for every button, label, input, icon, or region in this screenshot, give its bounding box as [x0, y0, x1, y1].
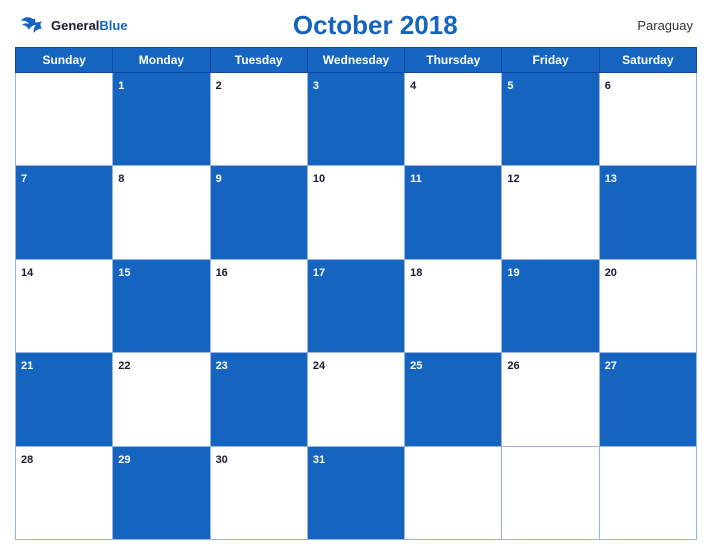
- calendar-cell: 24: [307, 353, 404, 446]
- day-number: 2: [216, 80, 222, 92]
- day-number: 18: [410, 267, 422, 279]
- calendar-cell: 23: [210, 353, 307, 446]
- calendar-cell: [599, 446, 696, 539]
- calendar-week-row: 14 15 16 17 18 19 20: [16, 259, 697, 352]
- day-number: 16: [216, 267, 228, 279]
- calendar-cell: 17: [307, 259, 404, 352]
- calendar-cell: 28: [16, 446, 113, 539]
- calendar-cell: 3: [307, 73, 404, 166]
- day-number: 27: [605, 360, 617, 372]
- day-number: 13: [605, 173, 617, 185]
- day-number: 12: [507, 173, 519, 185]
- country-label: Paraguay: [623, 18, 693, 33]
- calendar-cell: 26: [502, 353, 599, 446]
- calendar-cell: 12: [502, 166, 599, 259]
- day-number: 15: [118, 267, 130, 279]
- calendar-cell: 31: [307, 446, 404, 539]
- calendar-cell: 18: [405, 259, 502, 352]
- day-number: 1: [118, 80, 124, 92]
- calendar-cell: [502, 446, 599, 539]
- day-number: 7: [21, 173, 27, 185]
- day-number: 19: [507, 267, 519, 279]
- calendar-week-row: 28 29 30 31: [16, 446, 697, 539]
- calendar-cell: 19: [502, 259, 599, 352]
- calendar-cell: 22: [113, 353, 210, 446]
- weekday-header-saturday: Saturday: [599, 48, 696, 73]
- calendar-cell: 30: [210, 446, 307, 539]
- calendar-week-row: 1 2 3 4 5 6: [16, 73, 697, 166]
- calendar-cell: 15: [113, 259, 210, 352]
- calendar-cell: [16, 73, 113, 166]
- day-number: 6: [605, 80, 611, 92]
- day-number: 14: [21, 267, 33, 279]
- day-number: 30: [216, 454, 228, 466]
- day-number: 20: [605, 267, 617, 279]
- day-number: 3: [313, 80, 319, 92]
- calendar-cell: 16: [210, 259, 307, 352]
- day-number: 9: [216, 173, 222, 185]
- calendar-cell: 2: [210, 73, 307, 166]
- day-number: 10: [313, 173, 325, 185]
- day-number: 17: [313, 267, 325, 279]
- day-number: 28: [21, 454, 33, 466]
- calendar-cell: 8: [113, 166, 210, 259]
- calendar-cell: 6: [599, 73, 696, 166]
- calendar-header: GeneralBlue October 2018 Paraguay: [15, 10, 697, 41]
- day-number: 4: [410, 80, 416, 92]
- logo-general-text: GeneralBlue: [51, 17, 128, 35]
- calendar-cell: 13: [599, 166, 696, 259]
- weekday-header-sunday: Sunday: [16, 48, 113, 73]
- calendar-cell: 4: [405, 73, 502, 166]
- calendar-cell: 5: [502, 73, 599, 166]
- calendar-cell: 11: [405, 166, 502, 259]
- day-number: 22: [118, 360, 130, 372]
- day-number: 26: [507, 360, 519, 372]
- calendar-cell: 1: [113, 73, 210, 166]
- weekday-header-wednesday: Wednesday: [307, 48, 404, 73]
- calendar-cell: 20: [599, 259, 696, 352]
- calendar-cell: 29: [113, 446, 210, 539]
- weekday-header-monday: Monday: [113, 48, 210, 73]
- calendar-table: SundayMondayTuesdayWednesdayThursdayFrid…: [15, 47, 697, 540]
- weekday-header-friday: Friday: [502, 48, 599, 73]
- day-number: 11: [410, 173, 422, 185]
- day-number: 8: [118, 173, 124, 185]
- calendar-cell: 21: [16, 353, 113, 446]
- calendar-cell: 10: [307, 166, 404, 259]
- calendar-cell: 27: [599, 353, 696, 446]
- day-number: 29: [118, 454, 130, 466]
- calendar-cell: 9: [210, 166, 307, 259]
- day-number: 25: [410, 360, 422, 372]
- day-number: 31: [313, 454, 325, 466]
- calendar-cell: 25: [405, 353, 502, 446]
- day-number: 23: [216, 360, 228, 372]
- calendar-cell: 14: [16, 259, 113, 352]
- weekday-header-thursday: Thursday: [405, 48, 502, 73]
- day-number: 21: [21, 360, 33, 372]
- weekday-header-row: SundayMondayTuesdayWednesdayThursdayFrid…: [16, 48, 697, 73]
- calendar-cell: [405, 446, 502, 539]
- calendar-week-row: 7 8 9 10 11 12 13: [16, 166, 697, 259]
- day-number: 24: [313, 360, 325, 372]
- logo-bird-icon: [19, 15, 47, 37]
- calendar-week-row: 21 22 23 24 25 26 27: [16, 353, 697, 446]
- day-number: 5: [507, 80, 513, 92]
- month-title: October 2018: [128, 10, 623, 41]
- weekday-header-tuesday: Tuesday: [210, 48, 307, 73]
- logo: GeneralBlue: [19, 15, 128, 37]
- calendar-cell: 7: [16, 166, 113, 259]
